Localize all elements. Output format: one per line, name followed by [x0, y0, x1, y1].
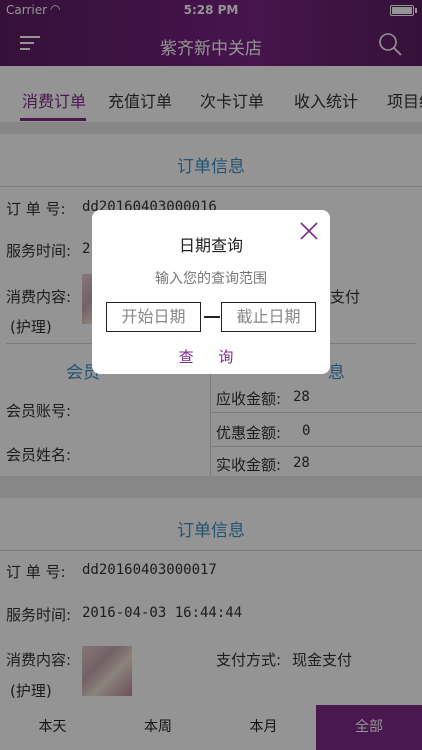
dialog-hint: 输入您的查询范围 — [155, 271, 267, 287]
dialog-title: 日期查询 — [178, 236, 243, 255]
query-button[interactable]: 查 询 — [92, 346, 330, 367]
date-query-dialog: 日期查询 输入您的查询范围 开始日期 截止日期 查 询 — [92, 210, 330, 374]
range-separator — [204, 316, 220, 318]
modal-backdrop[interactable] — [0, 0, 422, 750]
start-date-input[interactable]: 开始日期 — [106, 302, 201, 332]
close-icon[interactable] — [298, 220, 320, 242]
end-date-input[interactable]: 截止日期 — [221, 302, 316, 332]
